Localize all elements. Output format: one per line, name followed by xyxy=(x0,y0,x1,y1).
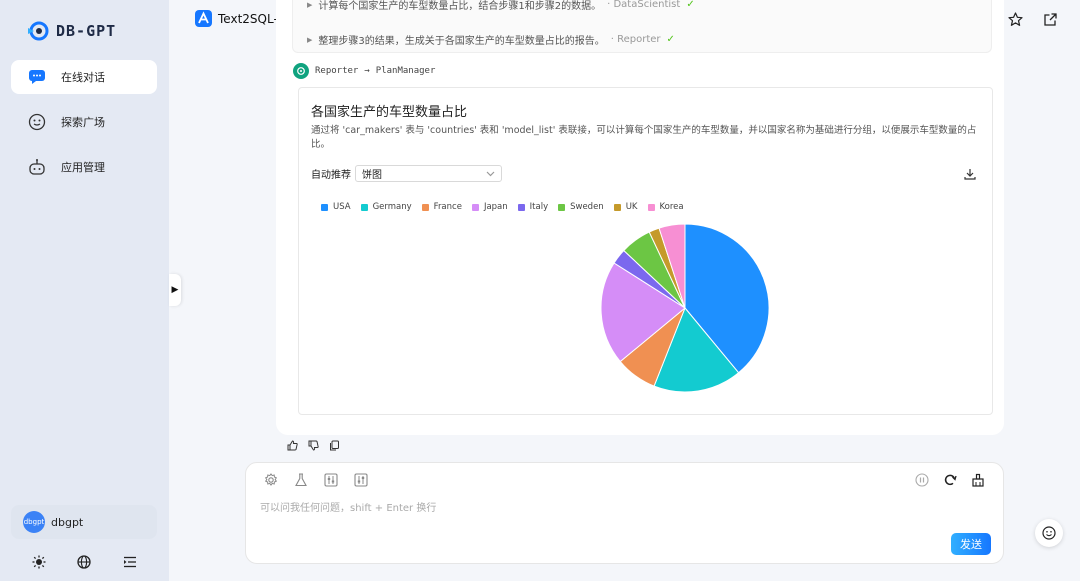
feedback-float-button[interactable] xyxy=(1035,519,1063,547)
clear-icon[interactable] xyxy=(971,473,985,487)
user-card[interactable]: dbgpt dbgpt xyxy=(11,505,157,539)
sidebar-item-online-chat[interactable]: 在线对话 xyxy=(11,60,157,94)
send-button[interactable]: 发送 xyxy=(951,533,991,555)
header-actions xyxy=(1008,12,1058,27)
legend-label: UK xyxy=(625,202,638,212)
adjust-icon[interactable] xyxy=(354,473,368,487)
check-icon: ✓ xyxy=(666,34,675,45)
sidebar-toggle[interactable]: ▶ xyxy=(169,274,181,306)
refresh-icon[interactable] xyxy=(943,473,957,487)
plan-steps: ▶ 计算每个国家生产的车型数量占比，结合步骤1和步骤2的数据。 · DataSc… xyxy=(292,0,992,53)
legend-item-japan[interactable]: Japan xyxy=(471,202,508,212)
chevron-down-icon xyxy=(486,171,495,176)
chat-icon xyxy=(27,67,47,87)
input-toolbar-left xyxy=(264,473,368,487)
input-toolbar-right xyxy=(915,473,985,487)
chat-input-area: 可以问我任何问题，shift + Enter 换行 发送 xyxy=(245,462,1004,564)
sidebar-item-label: 探索广场 xyxy=(61,116,105,129)
avatar: dbgpt xyxy=(23,511,45,533)
legend-label: Germany xyxy=(372,202,412,212)
sidebar-item-app-manage[interactable]: 应用管理 xyxy=(11,150,157,184)
settings-icon[interactable] xyxy=(264,473,278,487)
chart-type-value: 饼图 xyxy=(362,170,382,181)
chat-message-card: ▶ 计算每个国家生产的车型数量占比，结合步骤1和步骤2的数据。 · DataSc… xyxy=(276,0,1004,435)
legend-swatch xyxy=(421,203,429,211)
legend-item-korea[interactable]: Korea xyxy=(647,202,684,212)
message-from: Reporter xyxy=(315,66,359,76)
legend-item-italy[interactable]: Italy xyxy=(517,202,549,212)
caret-right-icon: ▶ xyxy=(307,35,313,44)
flask-icon[interactable] xyxy=(294,473,308,487)
step-text: 计算每个国家生产的车型数量占比，结合步骤1和步骤2的数据。 xyxy=(318,1,602,12)
legend-label: Italy xyxy=(529,202,549,212)
download-icon[interactable] xyxy=(964,168,976,180)
legend-swatch xyxy=(360,203,368,211)
feedback-actions xyxy=(287,440,340,451)
caret-right-icon: ▶ xyxy=(171,285,179,295)
robot-icon xyxy=(27,157,47,177)
star-icon[interactable] xyxy=(1008,12,1023,27)
legend-swatch xyxy=(321,203,328,211)
legend-swatch xyxy=(471,203,479,211)
legend-item-sweden[interactable]: Sweden xyxy=(558,202,604,212)
legend-item-germany[interactable]: Germany xyxy=(360,202,412,212)
thumbs-down-icon[interactable] xyxy=(308,440,319,451)
logo-icon xyxy=(28,21,49,41)
arrow-icon: → xyxy=(364,66,370,76)
legend-item-france[interactable]: France xyxy=(421,202,462,212)
step-agent: · Reporter xyxy=(610,34,661,45)
app-logo-icon xyxy=(195,10,212,27)
legend-swatch xyxy=(647,203,655,211)
sidebar-item-label: 在线对话 xyxy=(61,71,105,84)
thumbs-up-icon[interactable] xyxy=(287,440,298,451)
message-route: Reporter → PlanManager xyxy=(293,63,435,79)
legend-item-usa[interactable]: USA xyxy=(321,202,351,212)
sidebar-item-label: 应用管理 xyxy=(61,161,105,174)
chart-title: 各国家生产的车型数量占比 xyxy=(311,105,468,120)
chart-type-select[interactable]: 饼图 xyxy=(355,165,502,182)
legend-swatch xyxy=(558,203,566,211)
globe-icon[interactable] xyxy=(77,555,92,569)
legend-label: USA xyxy=(333,202,351,212)
chart-legend: USA Germany France Japan Italy Sweden UK Korea xyxy=(321,202,684,212)
legend-swatch xyxy=(517,203,525,211)
plan-step[interactable]: ▶ 整理步骤3的结果，生成关于各国家生产的车型数量占比的报告。 · Report… xyxy=(307,32,675,47)
pie-chart xyxy=(449,222,849,398)
plan-step[interactable]: ▶ 计算每个国家生产的车型数量占比，结合步骤1和步骤2的数据。 · DataSc… xyxy=(307,0,695,12)
sliders-icon[interactable] xyxy=(324,473,338,487)
step-text: 整理步骤3的结果，生成关于各国家生产的车型数量占比的报告。 xyxy=(318,36,605,47)
legend-label: Sweden xyxy=(570,202,604,212)
pause-icon[interactable] xyxy=(915,473,929,487)
sidebar-bottom-toolbar xyxy=(0,555,169,569)
caret-right-icon: ▶ xyxy=(307,0,313,9)
chart-panel: 各国家生产的车型数量占比 通过将 'car_makers' 表与 'countr… xyxy=(298,87,993,415)
auto-recommend-label: 自动推荐 xyxy=(311,170,351,181)
logo-text: DB-GPT xyxy=(56,22,117,40)
copy-icon[interactable] xyxy=(329,440,340,451)
check-icon: ✓ xyxy=(686,0,695,10)
explore-icon xyxy=(27,112,47,132)
chat-input[interactable]: 可以问我任何问题，shift + Enter 换行 xyxy=(260,499,436,514)
sidebar: DB-GPT 在线对话 探索广场 应用管理 dbgpt dbgpt xyxy=(0,0,169,581)
pie-chart-svg xyxy=(600,223,770,393)
user-name: dbgpt xyxy=(51,515,84,529)
chart-description: 通过将 'car_makers' 表与 'countries' 表和 'mode… xyxy=(311,125,977,150)
step-agent: · DataScientist xyxy=(607,0,681,10)
share-icon[interactable] xyxy=(1043,12,1058,27)
menu-collapse-icon[interactable] xyxy=(123,555,137,569)
legend-item-uk[interactable]: UK xyxy=(613,202,638,212)
openai-icon xyxy=(293,63,309,79)
message-to: PlanManager xyxy=(375,66,436,76)
legend-label: Korea xyxy=(659,202,684,212)
legend-label: France xyxy=(433,202,462,212)
logo[interactable]: DB-GPT xyxy=(26,20,116,42)
smile-icon xyxy=(1042,526,1056,540)
legend-label: Japan xyxy=(483,202,508,212)
sun-icon[interactable] xyxy=(32,555,46,569)
legend-swatch xyxy=(613,203,621,211)
sidebar-item-explore[interactable]: 探索广场 xyxy=(11,105,157,139)
chart-type-row: 自动推荐 饼图 xyxy=(311,165,502,182)
